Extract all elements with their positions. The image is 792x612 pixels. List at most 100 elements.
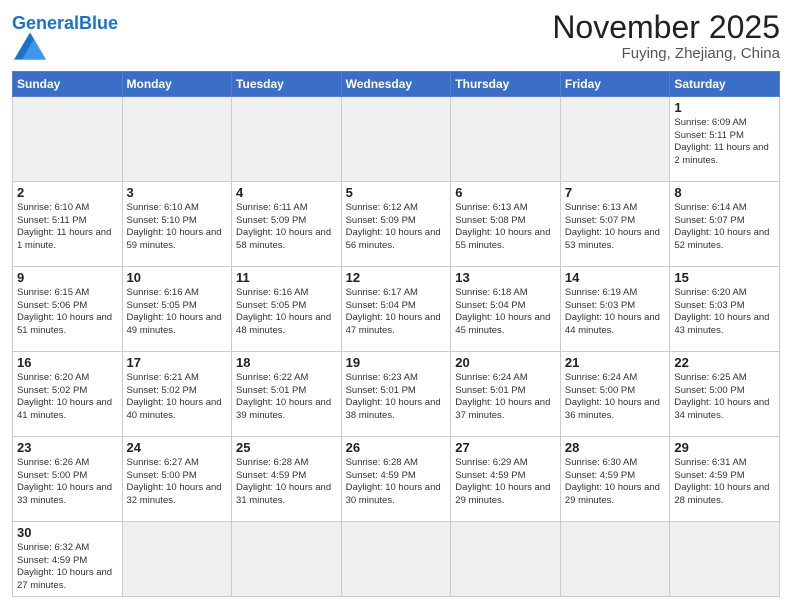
calendar-cell [341,96,451,181]
weekday-header-friday: Friday [560,71,669,96]
calendar-week-5: 23 Sunrise: 6:26 AM Sunset: 5:00 PM Dayli… [13,436,780,521]
calendar-cell: 9 Sunrise: 6:15 AM Sunset: 5:06 PM Daylig… [13,266,123,351]
weekday-header-saturday: Saturday [670,71,780,96]
day-number: 7 [565,185,665,200]
main-container: GeneralBlue November 2025 Fuying, Zhejia… [0,0,792,607]
day-info: Sunrise: 6:30 AM Sunset: 4:59 PM Dayligh… [565,457,665,508]
calendar-cell: 13Sunrise: 6:18 AM Sunset: 5:04 PM Dayli… [451,266,561,351]
calendar-cell: 29 Sunrise: 6:31 AM Sunset: 4:59 PM Dayli… [670,436,780,521]
day-number: 6 [455,185,556,200]
calendar-cell [451,96,561,181]
day-number: 25 [236,440,337,455]
logo: GeneralBlue [12,14,118,65]
calendar-cell: 7 Sunrise: 6:13 AM Sunset: 5:07 PM Daylig… [560,181,669,266]
calendar-cell: 8 Sunrise: 6:14 AM Sunset: 5:07 PM Daylig… [670,181,780,266]
calendar-cell: 5 Sunrise: 6:12 AM Sunset: 5:09 PM Daylig… [341,181,451,266]
calendar-cell: 20 Sunrise: 6:24 AM Sunset: 5:01 PM Dayli… [451,351,561,436]
day-info: Sunrise: 6:23 AM Sunset: 5:01 PM Dayligh… [346,372,447,423]
calendar-cell: 12Sunrise: 6:17 AM Sunset: 5:04 PM Dayli… [341,266,451,351]
logo-general: General [12,13,79,33]
calendar-cell: 16 Sunrise: 6:20 AM Sunset: 5:02 PM Dayli… [13,351,123,436]
weekday-header-thursday: Thursday [451,71,561,96]
calendar-cell: 19 Sunrise: 6:23 AM Sunset: 5:01 PM Dayli… [341,351,451,436]
day-info: Sunrise: 6:11 AM Sunset: 5:09 PM Dayligh… [236,202,337,253]
calendar-cell [560,521,669,596]
day-info: Sunrise: 6:27 AM Sunset: 5:00 PM Dayligh… [127,457,228,508]
day-info: Sunrise: 6:20 AM Sunset: 5:02 PM Dayligh… [17,372,118,423]
calendar-cell [232,96,342,181]
day-info: Sunrise: 6:31 AM Sunset: 4:59 PM Dayligh… [674,457,775,508]
weekday-header-row: SundayMondayTuesdayWednesdayThursdayFrid… [13,71,780,96]
calendar-cell: 6 Sunrise: 6:13 AM Sunset: 5:08 PM Daylig… [451,181,561,266]
day-number: 18 [236,355,337,370]
day-number: 20 [455,355,556,370]
calendar-week-4: 16 Sunrise: 6:20 AM Sunset: 5:02 PM Dayli… [13,351,780,436]
day-info: Sunrise: 6:13 AM Sunset: 5:08 PM Dayligh… [455,202,556,253]
calendar-cell [341,521,451,596]
calendar-cell [122,96,232,181]
day-number: 15 [674,270,775,285]
calendar-cell [451,521,561,596]
calendar-cell [560,96,669,181]
day-info: Sunrise: 6:14 AM Sunset: 5:07 PM Dayligh… [674,202,775,253]
day-number: 14 [565,270,665,285]
calendar-week-2: 2 Sunrise: 6:10 AM Sunset: 5:11 PM Daylig… [13,181,780,266]
calendar-cell: 26Sunrise: 6:28 AM Sunset: 4:59 PM Dayli… [341,436,451,521]
calendar-cell: 11Sunrise: 6:16 AM Sunset: 5:05 PM Dayli… [232,266,342,351]
calendar-cell [122,521,232,596]
calendar-cell: 2 Sunrise: 6:10 AM Sunset: 5:11 PM Daylig… [13,181,123,266]
calendar-cell: 1 Sunrise: 6:09 AM Sunset: 5:11 PM Daylig… [670,96,780,181]
weekday-header-tuesday: Tuesday [232,71,342,96]
day-number: 28 [565,440,665,455]
day-number: 22 [674,355,775,370]
calendar-cell: 24Sunrise: 6:27 AM Sunset: 5:00 PM Dayli… [122,436,232,521]
day-number: 27 [455,440,556,455]
day-info: Sunrise: 6:32 AM Sunset: 4:59 PM Dayligh… [17,542,118,593]
day-number: 29 [674,440,775,455]
day-number: 5 [346,185,447,200]
calendar-cell: 25 Sunrise: 6:28 AM Sunset: 4:59 PM Dayli… [232,436,342,521]
day-number: 19 [346,355,447,370]
title-block: November 2025 Fuying, Zhejiang, China [552,10,780,62]
month-title: November 2025 [552,10,780,45]
calendar-cell: 17 Sunrise: 6:21 AM Sunset: 5:02 PM Dayli… [122,351,232,436]
day-number: 21 [565,355,665,370]
calendar-cell: 15 Sunrise: 6:20 AM Sunset: 5:03 PM Dayli… [670,266,780,351]
day-info: Sunrise: 6:16 AM Sunset: 5:05 PM Dayligh… [236,287,337,338]
day-info: Sunrise: 6:16 AM Sunset: 5:05 PM Dayligh… [127,287,228,338]
day-info: Sunrise: 6:25 AM Sunset: 5:00 PM Dayligh… [674,372,775,423]
day-info: Sunrise: 6:28 AM Sunset: 4:59 PM Dayligh… [236,457,337,508]
day-info: Sunrise: 6:24 AM Sunset: 5:01 PM Dayligh… [455,372,556,423]
day-info: Sunrise: 6:22 AM Sunset: 5:01 PM Dayligh… [236,372,337,423]
day-info: Sunrise: 6:09 AM Sunset: 5:11 PM Dayligh… [674,117,775,168]
calendar-cell: 30 Sunrise: 6:32 AM Sunset: 4:59 PM Dayli… [13,521,123,596]
day-number: 16 [17,355,118,370]
day-number: 13 [455,270,556,285]
day-number: 17 [127,355,228,370]
header: GeneralBlue November 2025 Fuying, Zhejia… [12,10,780,65]
day-info: Sunrise: 6:20 AM Sunset: 5:03 PM Dayligh… [674,287,775,338]
day-info: Sunrise: 6:15 AM Sunset: 5:06 PM Dayligh… [17,287,118,338]
day-number: 4 [236,185,337,200]
day-number: 8 [674,185,775,200]
day-info: Sunrise: 6:10 AM Sunset: 5:11 PM Dayligh… [17,202,118,253]
day-info: Sunrise: 6:19 AM Sunset: 5:03 PM Dayligh… [565,287,665,338]
day-number: 1 [674,100,775,115]
day-info: Sunrise: 6:26 AM Sunset: 5:00 PM Dayligh… [17,457,118,508]
calendar-cell [13,96,123,181]
weekday-header-monday: Monday [122,71,232,96]
day-info: Sunrise: 6:10 AM Sunset: 5:10 PM Dayligh… [127,202,228,253]
day-number: 23 [17,440,118,455]
day-info: Sunrise: 6:21 AM Sunset: 5:02 PM Dayligh… [127,372,228,423]
calendar-cell: 28 Sunrise: 6:30 AM Sunset: 4:59 PM Dayli… [560,436,669,521]
day-number: 9 [17,270,118,285]
day-number: 2 [17,185,118,200]
calendar-cell: 18 Sunrise: 6:22 AM Sunset: 5:01 PM Dayli… [232,351,342,436]
calendar-cell [232,521,342,596]
calendar-cell: 22 Sunrise: 6:25 AM Sunset: 5:00 PM Dayli… [670,351,780,436]
day-info: Sunrise: 6:13 AM Sunset: 5:07 PM Dayligh… [565,202,665,253]
location: Fuying, Zhejiang, China [552,45,780,62]
day-number: 30 [17,525,118,540]
day-number: 12 [346,270,447,285]
day-info: Sunrise: 6:12 AM Sunset: 5:09 PM Dayligh… [346,202,447,253]
